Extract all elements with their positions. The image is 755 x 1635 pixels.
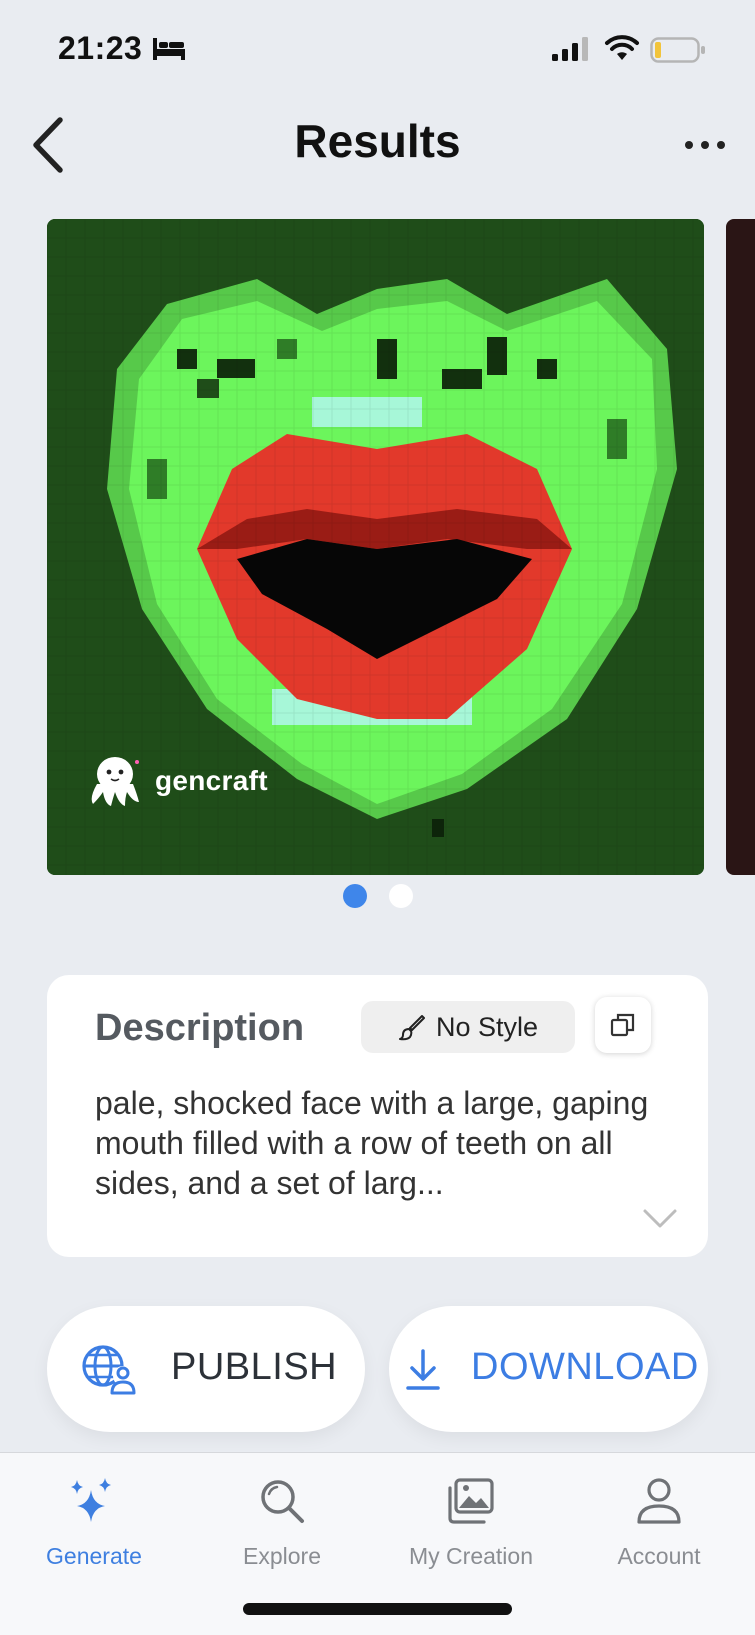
description-title: Description [95,1007,305,1049]
tab-explore-label: Explore [243,1543,321,1569]
tab-account-label: Account [617,1543,701,1569]
image-carousel[interactable]: gencraft [0,219,755,879]
signal-icon [552,37,588,61]
publish-button[interactable]: PUBLISH [47,1306,365,1432]
sparkles-icon [71,1478,111,1522]
publish-label: PUBLISH [171,1346,338,1388]
header: Results [0,100,755,190]
style-chip[interactable]: No Style [361,1001,575,1053]
tab-explore[interactable]: Explore [188,1453,376,1583]
next-image-preview[interactable] [726,219,755,875]
chevron-down-icon[interactable] [642,1207,678,1231]
gallery-icon [448,1478,494,1524]
brush-icon [398,1015,425,1041]
pagination-dot-1[interactable] [342,884,367,908]
tab-generate[interactable]: Generate [0,1453,188,1583]
status-time: 21:23 [58,30,143,66]
download-icon [406,1349,440,1390]
bed-icon [153,38,185,60]
tab-generate-label: Generate [46,1543,142,1569]
watermark: gencraft [87,754,268,808]
globe-user-icon [82,1345,136,1395]
pagination-dot-2[interactable] [388,884,413,908]
search-icon [261,1480,304,1523]
user-icon [637,1478,681,1524]
copy-button[interactable] [595,997,651,1053]
page-title: Results [294,115,461,167]
wifi-icon [605,35,639,60]
carousel-pagination [0,884,755,908]
description-text: pale, shocked face with a large, gaping … [95,1085,649,1201]
copy-icon [610,1013,635,1037]
download-label: DOWNLOAD [471,1346,699,1388]
more-options-button[interactable] [677,122,733,168]
battery-icon [650,37,705,63]
ellipsis-icon [685,141,725,149]
tab-my-creation[interactable]: My Creation [377,1453,565,1583]
tab-my-creation-label: My Creation [409,1543,533,1569]
generated-image[interactable]: gencraft [47,219,704,875]
tab-account[interactable]: Account [565,1453,753,1583]
download-button[interactable]: DOWNLOAD [389,1306,708,1432]
octopus-logo-icon [91,757,139,806]
status-bar: 21:23 [0,0,755,100]
home-indicator[interactable] [243,1603,512,1615]
description-card: Description No Style pale, shocked face … [47,975,708,1257]
watermark-text: gencraft [155,765,268,796]
style-chip-label: No Style [435,1011,539,1042]
